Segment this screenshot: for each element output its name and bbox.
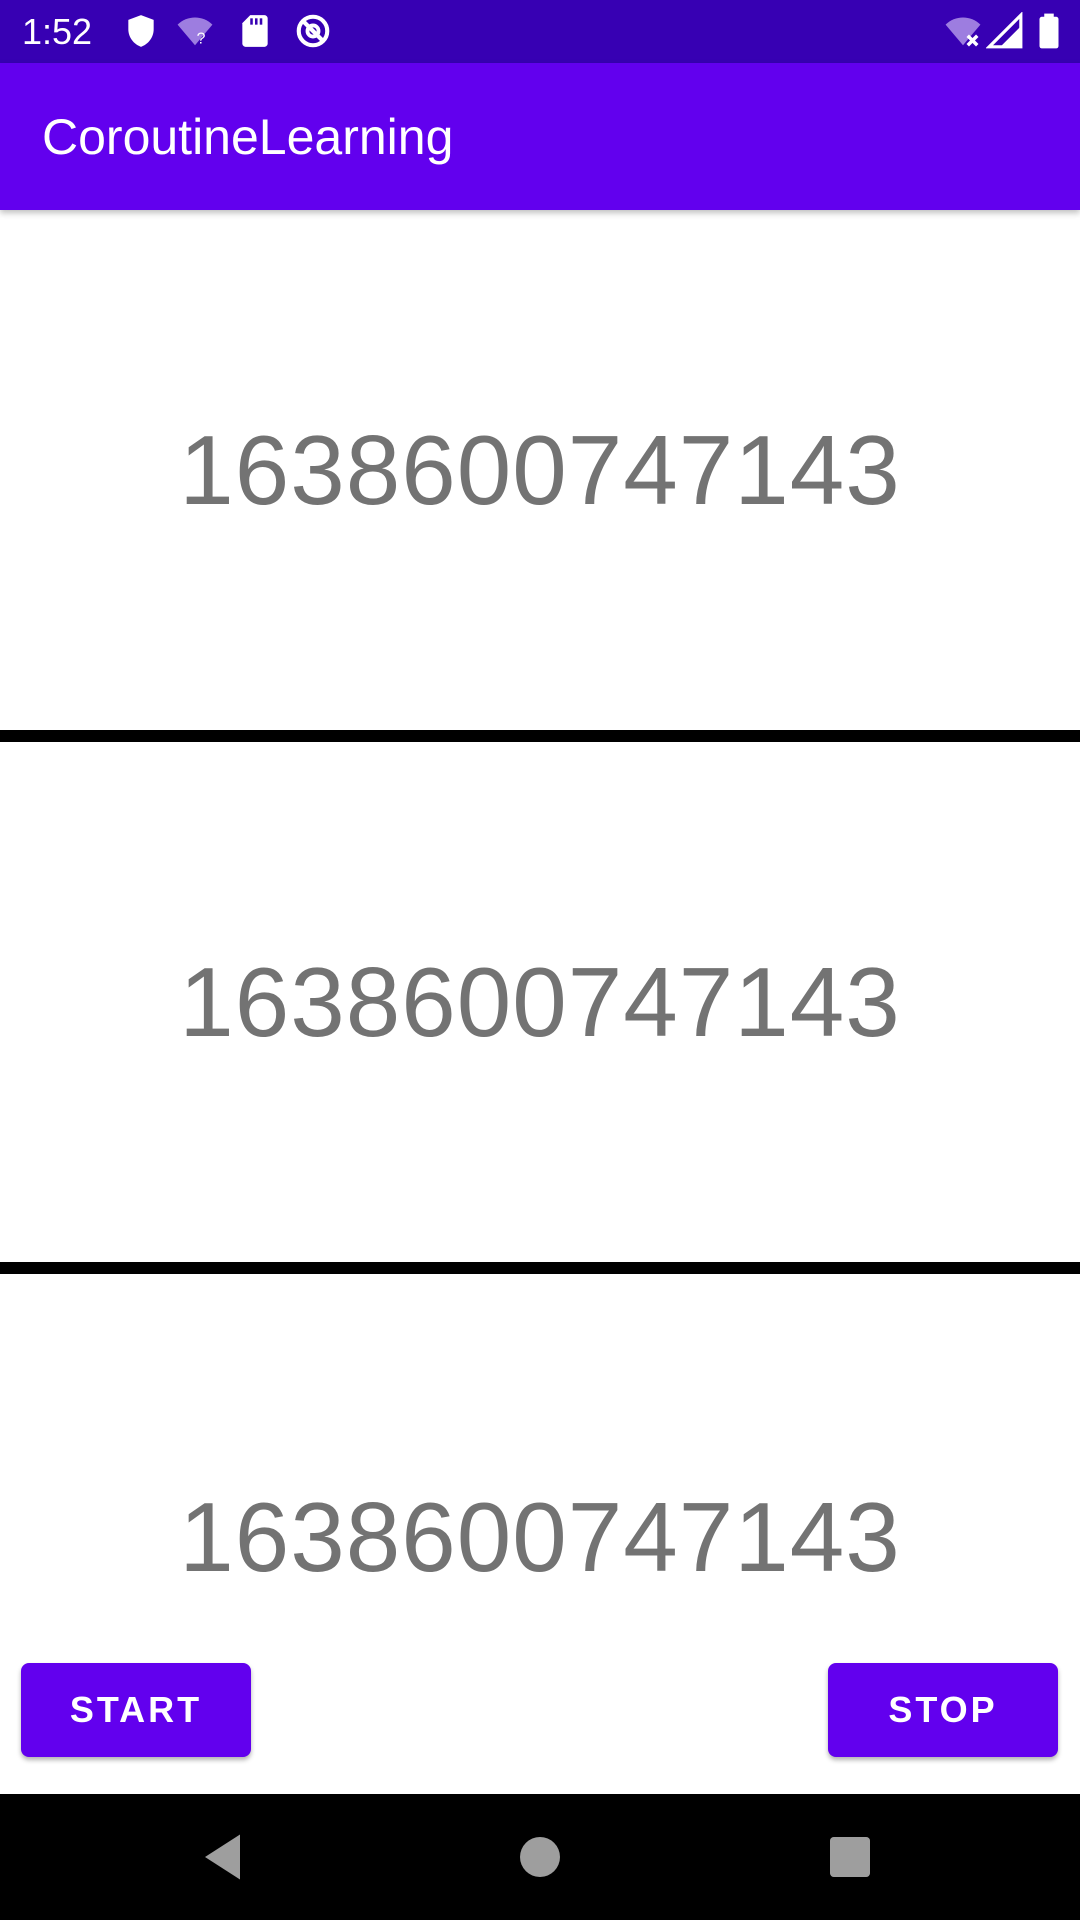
- stop-button-label: STOP: [888, 1689, 998, 1730]
- counter-section-1: 1638600747143: [0, 210, 1080, 730]
- signal-icon: [985, 11, 1024, 50]
- status-time: 1:52: [22, 11, 93, 52]
- screen: 1:52 ? CoroutineLearning 1638600747143 1…: [0, 0, 1080, 1920]
- divider-1: [0, 730, 1080, 742]
- status-bar: 1:52 ?: [0, 0, 1080, 63]
- battery-icon: [1030, 12, 1068, 50]
- counter-text-1: 1638600747143: [179, 414, 901, 525]
- recents-icon[interactable]: [820, 1827, 880, 1887]
- start-button[interactable]: START: [21, 1663, 251, 1757]
- app-bar: CoroutineLearning: [0, 63, 1080, 210]
- no-data-icon: [294, 12, 332, 50]
- shield-icon: [122, 12, 160, 50]
- svg-text:?: ?: [197, 31, 206, 48]
- counter-section-2: 1638600747143: [0, 742, 1080, 1262]
- back-icon[interactable]: [195, 1827, 255, 1887]
- navigation-bar: [0, 1794, 1080, 1920]
- divider-2: [0, 1262, 1080, 1274]
- start-button-label: START: [69, 1689, 203, 1730]
- counter-text-3: 1638600747143: [179, 1481, 901, 1592]
- home-icon[interactable]: [510, 1827, 570, 1887]
- stop-button[interactable]: STOP: [828, 1663, 1058, 1757]
- wifi-x-icon: [944, 12, 982, 50]
- sd-card-icon: [236, 12, 274, 50]
- app-title: CoroutineLearning: [42, 109, 454, 165]
- counter-text-2: 1638600747143: [179, 946, 901, 1057]
- wifi-question-icon: ?: [176, 12, 214, 50]
